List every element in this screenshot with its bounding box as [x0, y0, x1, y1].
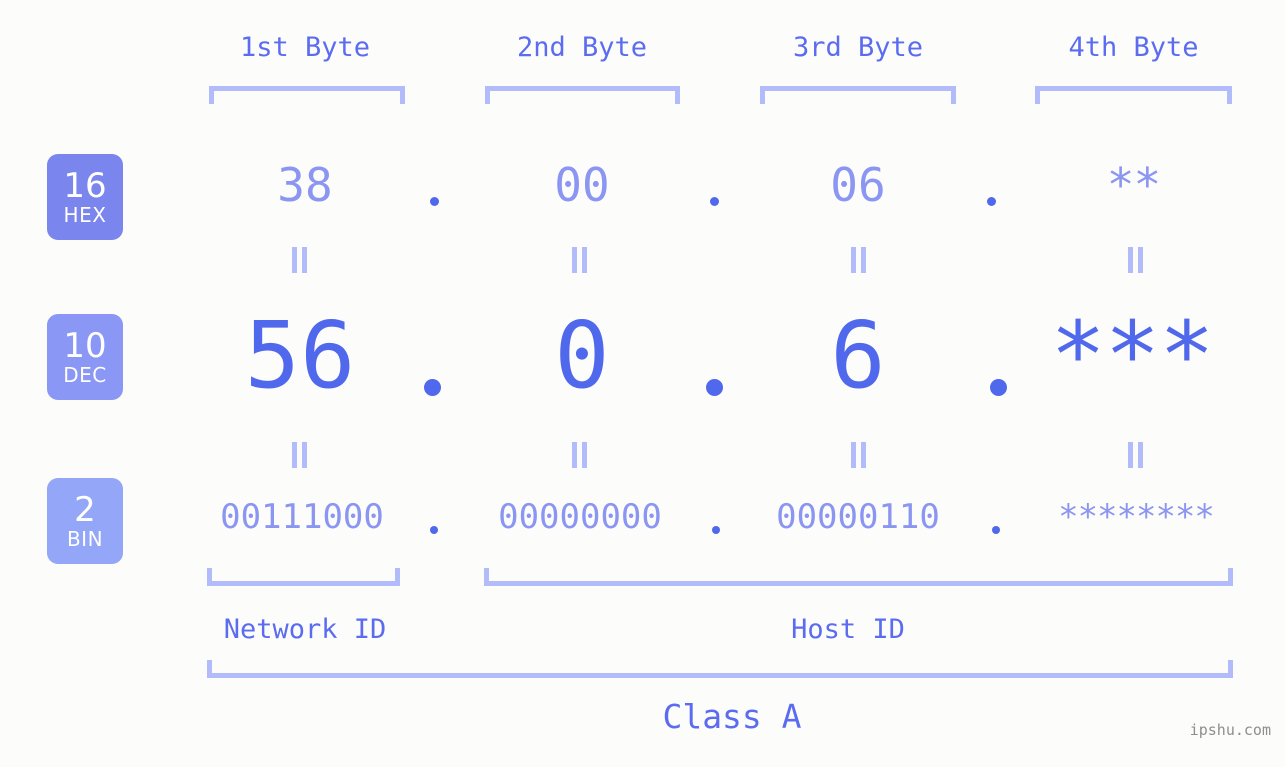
byte-bracket-2 — [485, 86, 680, 104]
base-badge-dec: 10 DEC — [47, 314, 123, 400]
hex-byte-3: 06 — [830, 158, 886, 212]
class-bracket — [207, 660, 1233, 678]
dec-byte-2: 0 — [554, 302, 610, 409]
byte-header-4: 4th Byte — [1068, 32, 1199, 63]
host-id-label: Host ID — [791, 614, 905, 645]
dec-byte-4: *** — [1050, 302, 1214, 409]
class-label: Class A — [662, 697, 802, 736]
bin-dot-separator-1 — [430, 526, 438, 534]
bin-byte-2: 00000000 — [498, 497, 662, 537]
equals-dec-bin-3 — [851, 442, 868, 468]
hex-dot-separator-2 — [710, 197, 719, 206]
base-badge-hex-name: HEX — [63, 203, 107, 227]
bin-dot-separator-2 — [712, 526, 720, 534]
equals-hex-dec-2 — [572, 247, 589, 273]
base-badge-bin-number: 2 — [74, 490, 96, 530]
byte-header-3: 3rd Byte — [792, 32, 924, 63]
hex-byte-2: 00 — [554, 158, 610, 212]
network-id-label: Network ID — [223, 614, 387, 645]
equals-hex-dec-4 — [1128, 247, 1145, 273]
bin-byte-4: ******** — [1058, 497, 1215, 537]
hex-byte-4: ** — [1106, 158, 1161, 212]
dec-byte-3: 6 — [830, 302, 886, 409]
equals-dec-bin-1 — [292, 442, 309, 468]
base-badge-hex-number: 16 — [63, 166, 107, 206]
hex-dot-separator-1 — [430, 197, 439, 206]
dec-byte-1: 56 — [244, 302, 356, 409]
host-id-bracket — [484, 568, 1233, 586]
byte-bracket-4 — [1035, 86, 1232, 104]
base-badge-bin-name: BIN — [66, 527, 104, 551]
network-id-bracket — [207, 568, 400, 586]
equals-dec-bin-2 — [572, 442, 589, 468]
base-badge-dec-name: DEC — [63, 363, 107, 387]
byte-header-1: 1st Byte — [239, 32, 371, 63]
dec-dot-separator-2 — [706, 379, 723, 396]
base-badge-dec-number: 10 — [63, 326, 107, 366]
byte-header-2: 2nd Byte — [516, 32, 648, 63]
equals-hex-dec-1 — [292, 247, 309, 273]
site-watermark: ipshu.com — [1189, 721, 1271, 739]
base-badge-hex: 16 HEX — [47, 154, 123, 240]
equals-hex-dec-3 — [851, 247, 868, 273]
dec-dot-separator-3 — [990, 379, 1007, 396]
byte-bracket-1 — [209, 86, 405, 104]
hex-dot-separator-3 — [987, 197, 996, 206]
bin-byte-3: 00000110 — [776, 497, 940, 537]
bin-byte-1: 00111000 — [220, 497, 384, 537]
base-badge-bin: 2 BIN — [47, 478, 123, 564]
ip-byte-diagram: 1st Byte 2nd Byte 3rd Byte 4th Byte 16 H… — [0, 0, 1285, 767]
byte-bracket-3 — [760, 86, 956, 104]
equals-dec-bin-4 — [1128, 442, 1145, 468]
hex-byte-1: 38 — [277, 158, 333, 212]
dec-dot-separator-1 — [424, 379, 441, 396]
bin-dot-separator-3 — [992, 526, 1000, 534]
